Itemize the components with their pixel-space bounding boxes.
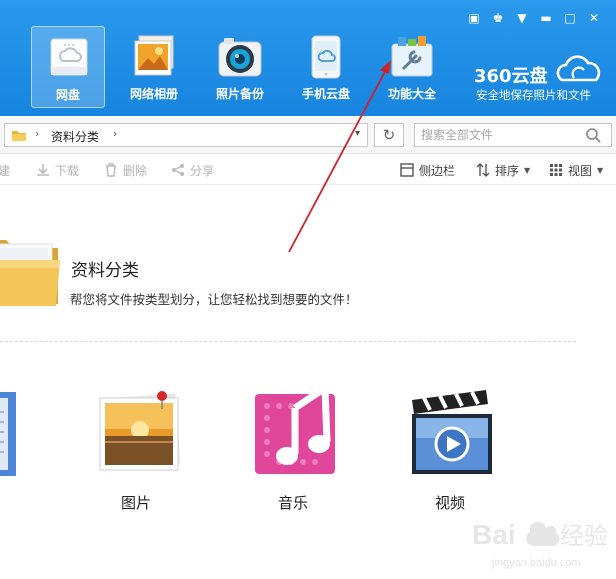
share-button[interactable]: 分享 [171, 155, 214, 185]
window-controls: ▣ ♚ ▼ ▬ □ ✕ [466, 10, 602, 26]
grid-view-icon [550, 164, 562, 176]
breadcrumb-current[interactable]: 资料分类 [51, 128, 99, 145]
view-caret-icon: ▼ [597, 165, 604, 175]
delete-button[interactable]: 删除 [104, 155, 147, 185]
nav-label: 功能大全 [387, 87, 436, 101]
sidebar-toggle-button[interactable]: 侧边栏 [400, 155, 455, 185]
toolbar: 建 下载 删除 分享 侧边栏 排序 ▼ 视图 ▼ [0, 155, 616, 185]
camera-icon [218, 38, 262, 77]
sort-button[interactable]: 排序 ▼ [476, 155, 530, 185]
svg-text:jingyan.baidu.com: jingyan.baidu.com [491, 557, 581, 569]
nav-label: 照片备份 [215, 87, 264, 101]
content-area: 资料分类 帮您将文件按类型划分，让您轻松找到想要的文件！ 图片 音乐 视频 Ba… [0, 186, 616, 579]
path-dropdown-icon[interactable]: ▾ [355, 128, 360, 139]
breadcrumb-chevron-icon[interactable]: › [113, 127, 117, 140]
music-icon [255, 386, 335, 474]
trash-icon [106, 163, 116, 177]
nav-item-phone-cloud[interactable]: 手机云盘 [289, 26, 363, 108]
feedback-icon[interactable]: ▣ [466, 10, 482, 26]
category-label: 图片 [120, 494, 151, 512]
header-bar: 网盘 网络相册 照片备份 手机云盘 功能大全 ▣ ♚ ▼ ▬ □ ✕ 360云盘… [0, 0, 616, 116]
address-bar: › 资料分类 › ▾ ↻ [0, 116, 616, 154]
folder-icon [12, 131, 26, 141]
category-pictures[interactable]: 图片 [86, 386, 186, 512]
download-icon [37, 164, 49, 176]
cloud-disk-icon [50, 38, 88, 76]
divider [0, 341, 576, 342]
view-label: 视图 [568, 163, 593, 178]
download-button[interactable]: 下载 [36, 155, 79, 185]
toolbox-icon [391, 36, 433, 77]
category-music[interactable]: 音乐 [243, 386, 343, 512]
breadcrumb-chevron-icon[interactable]: › [35, 127, 39, 140]
video-icon [412, 390, 492, 474]
app-window: 网盘 网络相册 照片备份 手机云盘 功能大全 ▣ ♚ ▼ ▬ □ ✕ 360云盘… [0, 0, 616, 579]
sort-caret-icon: ▼ [524, 165, 531, 175]
share-icon [172, 164, 184, 176]
menu-icon[interactable]: ▼ [514, 10, 530, 26]
view-button[interactable]: 视图 ▼ [549, 155, 603, 185]
section-title: 资料分类 [71, 261, 139, 281]
document-icon[interactable] [0, 392, 20, 478]
skin-icon[interactable]: ♚ [490, 10, 506, 26]
download-label: 下载 [55, 163, 80, 178]
watermark-logo: Bai 经验 jingyan.baidu.com [472, 519, 608, 569]
search-input[interactable] [421, 128, 581, 142]
brand-name: 360云盘 [474, 66, 548, 87]
sort-icon [476, 163, 490, 177]
new-label: 建 [0, 163, 11, 178]
delete-label: 删除 [123, 163, 148, 178]
svg-text:Bai: Bai [472, 519, 516, 550]
sidebar-label: 侧边栏 [419, 163, 456, 178]
brand-slogan: 安全地保存照片和文件 [476, 88, 591, 102]
photo-album-icon [134, 35, 174, 76]
sort-label: 排序 [495, 163, 520, 178]
nav-item-cloud-disk[interactable]: 网盘 [31, 26, 105, 108]
nav-label: 网盘 [55, 88, 80, 102]
category-folder-icon [0, 240, 60, 306]
path-box[interactable]: › 资料分类 › ▾ [4, 123, 368, 147]
category-video[interactable]: 视频 [400, 386, 500, 512]
nav-label: 网络相册 [129, 87, 178, 101]
nav-item-toolbox[interactable]: 功能大全 [375, 26, 449, 108]
search-box [414, 123, 612, 147]
sidebar-icon [400, 163, 414, 177]
phone-cloud-icon [311, 35, 341, 79]
nav-item-photo-album[interactable]: 网络相册 [117, 26, 191, 108]
search-icon[interactable] [585, 127, 601, 143]
new-button[interactable]: 建 [0, 155, 10, 185]
picture-icon [99, 391, 180, 471]
share-label: 分享 [190, 163, 215, 178]
svg-text:经验: 经验 [560, 523, 608, 550]
nav-label: 手机云盘 [301, 87, 350, 101]
section-description: 帮您将文件按类型划分，让您轻松找到想要的文件！ [70, 292, 358, 307]
refresh-button[interactable]: ↻ [374, 123, 404, 147]
maximize-icon[interactable]: □ [562, 10, 578, 26]
refresh-icon: ↻ [382, 126, 396, 144]
close-icon[interactable]: ✕ [586, 10, 602, 26]
minimize-icon[interactable]: ▬ [538, 10, 554, 26]
category-label: 音乐 [277, 494, 308, 512]
nav-item-photo-backup[interactable]: 照片备份 [203, 26, 277, 108]
